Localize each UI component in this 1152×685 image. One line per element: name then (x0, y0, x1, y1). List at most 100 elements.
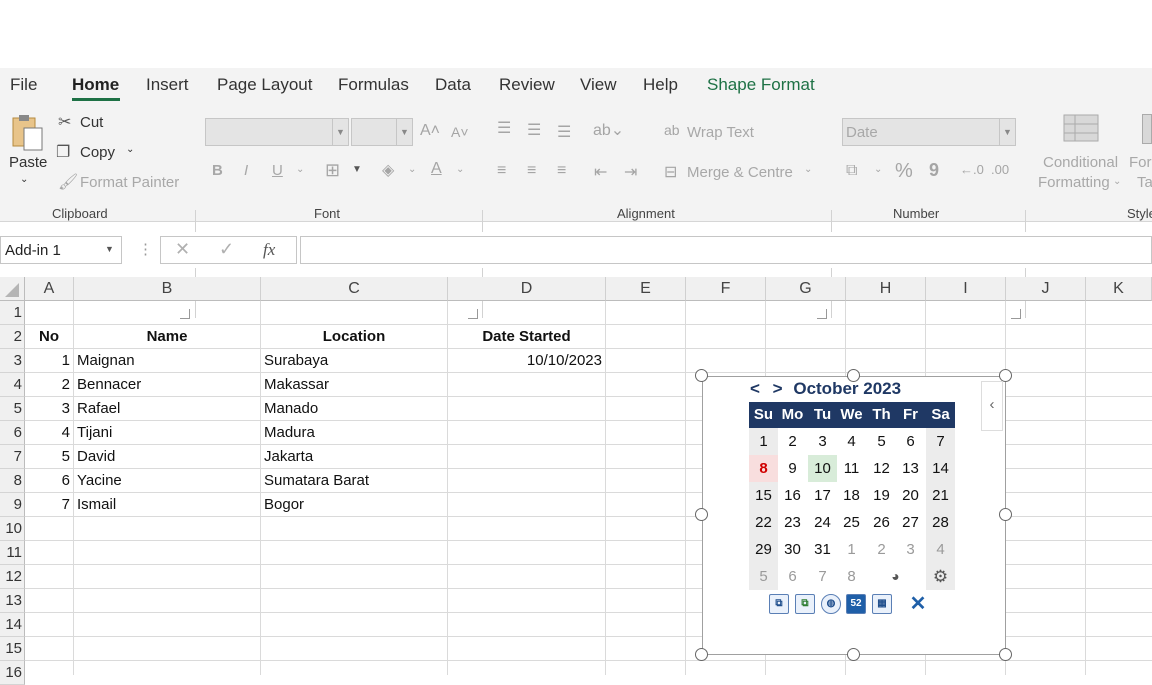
calendar-day-selected[interactable]: 10 (808, 455, 837, 482)
calendar-day-next-month[interactable]: 7 (808, 563, 837, 590)
column-header-d[interactable]: D (448, 277, 606, 301)
calendar-day[interactable]: 2 (778, 428, 807, 455)
header-no[interactable]: No (26, 325, 72, 349)
fill-dropdown-icon[interactable]: ⌄ (408, 164, 416, 175)
insert-function-icon[interactable]: fx (263, 240, 275, 260)
calendar-day[interactable]: 18 (837, 482, 866, 509)
calendar-day[interactable]: 23 (778, 509, 807, 536)
fill-color-icon[interactable]: ◈ (382, 160, 394, 180)
column-header-i[interactable]: I (926, 277, 1006, 301)
calendar-day[interactable]: 24 (808, 509, 837, 536)
font-color-icon[interactable]: A (431, 160, 442, 178)
resize-handle[interactable] (695, 508, 708, 521)
decrease-decimal-icon[interactable]: .00 (991, 162, 1009, 177)
font-size-combo[interactable]: ▼ (351, 118, 413, 146)
resize-handle[interactable] (999, 648, 1012, 661)
calendar-day[interactable]: 29 (749, 536, 778, 563)
number-format-combo[interactable]: Date ▼ (842, 118, 1016, 146)
column-header-a[interactable]: A (25, 277, 74, 301)
calendar-day[interactable]: 27 (896, 509, 925, 536)
row-header-14[interactable]: 14 (0, 613, 25, 637)
column-header-e[interactable]: E (606, 277, 686, 301)
row-header-15[interactable]: 15 (0, 637, 25, 661)
calendar-day[interactable]: 22 (749, 509, 778, 536)
column-header-k[interactable]: K (1086, 277, 1152, 301)
percent-icon[interactable]: % (895, 160, 913, 183)
font-name-combo[interactable]: ▼ (205, 118, 349, 146)
decrease-indent-icon[interactable]: ⇤ (594, 162, 607, 182)
month-label[interactable]: October 2023 (793, 379, 901, 398)
decrease-font-icon[interactable]: A˅ (451, 124, 469, 140)
tab-shape-format[interactable]: Shape Format (707, 75, 815, 95)
copy-button[interactable]: Copy (80, 144, 115, 161)
wrap-text-icon[interactable]: ab (664, 122, 680, 138)
calendar-day[interactable]: 5 (867, 428, 896, 455)
close-icon[interactable]: ✕ (908, 594, 928, 614)
calendar-day[interactable]: 30 (778, 536, 807, 563)
cell-location[interactable]: Madura (264, 421, 315, 445)
orientation-icon[interactable]: ab⌄ (593, 120, 624, 140)
calendar-day[interactable]: 17 (808, 482, 837, 509)
column-header-f[interactable]: F (686, 277, 766, 301)
paste-icon[interactable] (10, 114, 46, 152)
cell-location[interactable]: Jakarta (264, 445, 313, 469)
calendar-day[interactable]: 6 (896, 428, 925, 455)
calendar-day[interactable]: 19 (867, 482, 896, 509)
tab-file[interactable]: File (10, 75, 37, 95)
paste-button[interactable]: Paste (9, 154, 47, 171)
column-header-b[interactable]: B (74, 277, 261, 301)
wrap-text-button[interactable]: Wrap Text (687, 124, 754, 141)
row-header-3[interactable]: 3 (0, 349, 25, 373)
calendar-day-next-month[interactable]: 3 (896, 536, 925, 563)
calendar-day-next-month[interactable]: 6 (778, 563, 807, 590)
conditional-formatting-icon[interactable] (1063, 114, 1101, 144)
cell-date[interactable]: 10/10/2023 (449, 349, 602, 373)
calendar-day[interactable]: 25 (837, 509, 866, 536)
column-header-c[interactable]: C (261, 277, 448, 301)
cell-name[interactable]: Yacine (77, 469, 122, 493)
calendar-day[interactable]: 9 (778, 455, 807, 482)
italic-button[interactable]: I (244, 162, 248, 179)
tab-view[interactable]: View (580, 75, 617, 95)
conditional-formatting-button[interactable]: Conditional (1043, 154, 1118, 171)
cell-no[interactable]: 1 (26, 349, 70, 373)
calendar-day[interactable]: 31 (808, 536, 837, 563)
row-header-7[interactable]: 7 (0, 445, 25, 469)
row-header-11[interactable]: 11 (0, 541, 25, 565)
calendar-day[interactable]: 15 (749, 482, 778, 509)
underline-dropdown-icon[interactable]: ⌄ (296, 164, 304, 175)
cell-location[interactable]: Sumatara Barat (264, 469, 369, 493)
resize-handle[interactable] (999, 508, 1012, 521)
cell-no[interactable]: 5 (26, 445, 70, 469)
borders-dropdown-icon[interactable]: ▼ (352, 164, 362, 175)
row-header-4[interactable]: 4 (0, 373, 25, 397)
copy-dropdown-icon[interactable]: ⌄ (126, 144, 134, 155)
resize-handle[interactable] (847, 648, 860, 661)
tab-home[interactable]: Home (72, 75, 119, 95)
tab-page-layout[interactable]: Page Layout (217, 75, 312, 95)
increase-decimal-icon[interactable]: ←.0 (960, 162, 984, 177)
bottom-align-icon[interactable]: ☰ (557, 122, 571, 142)
header-name[interactable]: Name (75, 325, 259, 349)
tab-formulas[interactable]: Formulas (338, 75, 409, 95)
more-options-icon[interactable]: ⋮ (138, 240, 153, 258)
row-header-12[interactable]: 12 (0, 565, 25, 589)
name-box[interactable]: Add-in 1 (0, 236, 122, 264)
align-center-icon[interactable]: ≡ (527, 162, 536, 180)
calendar-day[interactable]: 11 (837, 455, 866, 482)
tab-help[interactable]: Help (643, 75, 678, 95)
gear-icon[interactable]: ⚙ (926, 563, 955, 590)
merge-centre-button[interactable]: Merge & Centre (687, 164, 793, 181)
borders-icon[interactable]: ⊞ (325, 160, 340, 181)
cell-location[interactable]: Manado (264, 397, 318, 421)
calendar-day-next-month[interactable]: 5 (749, 563, 778, 590)
accounting-dropdown-icon[interactable]: ⌄ (874, 164, 882, 175)
calendar-day-next-month[interactable]: 2 (867, 536, 896, 563)
increase-font-icon[interactable]: A˄ (420, 122, 440, 140)
cell-name[interactable]: Bennacer (77, 373, 141, 397)
row-header-5[interactable]: 5 (0, 397, 25, 421)
header-location[interactable]: Location (262, 325, 446, 349)
cell-location[interactable]: Makassar (264, 373, 329, 397)
cell-name[interactable]: Maignan (77, 349, 135, 373)
cell-name[interactable]: David (77, 445, 115, 469)
